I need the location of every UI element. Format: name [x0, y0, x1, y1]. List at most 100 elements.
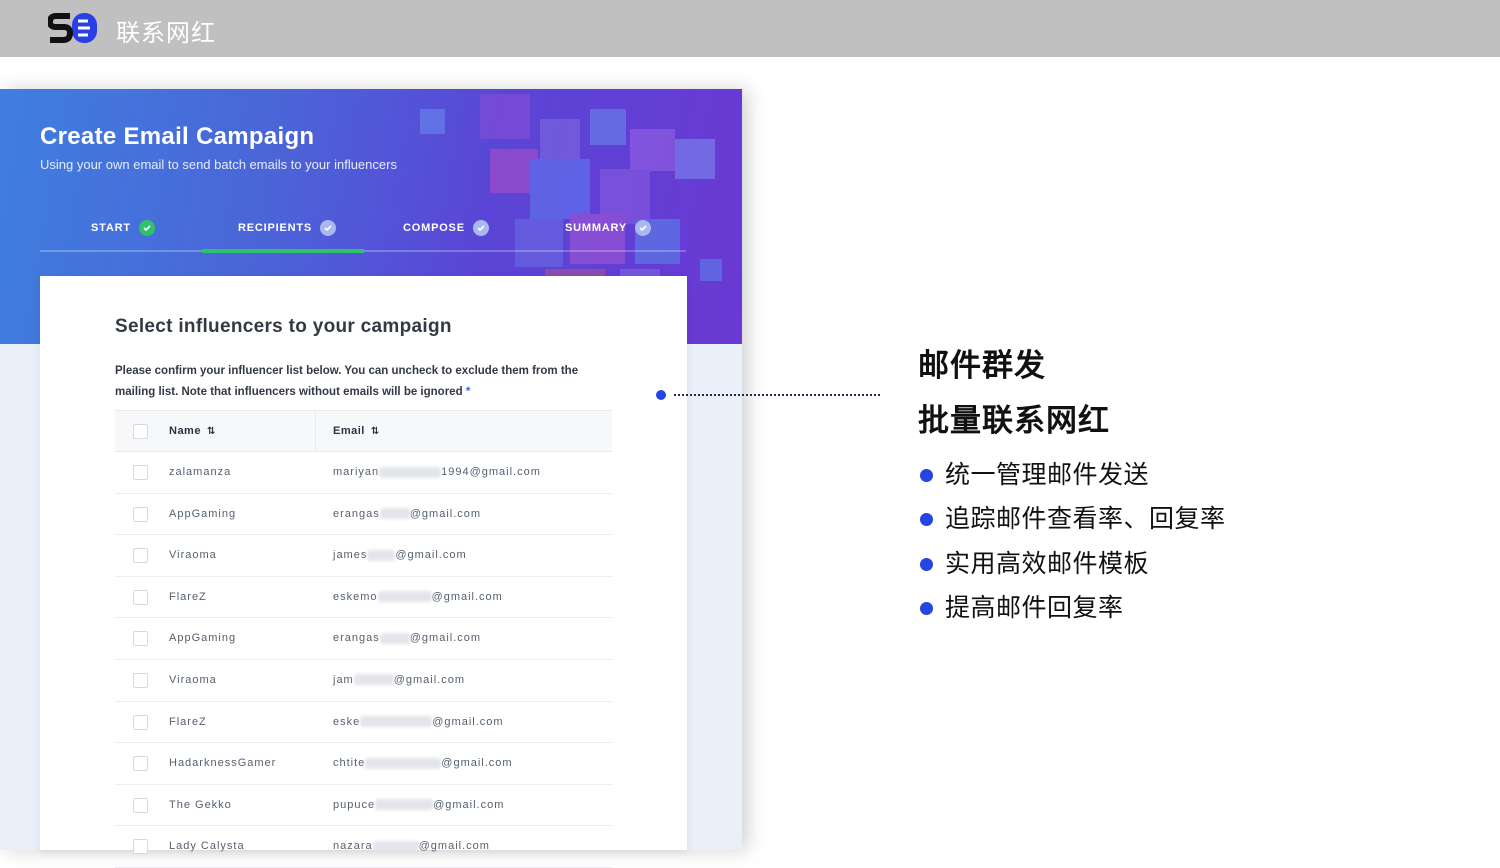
influencer-name: Viraoma — [169, 673, 217, 686]
redacted-blur — [379, 508, 410, 520]
check-icon — [472, 220, 489, 236]
influencer-email: eske @gmail.com — [333, 716, 504, 728]
influencer-name: Viraoma — [169, 549, 217, 562]
email-suffix: @gmail.com — [433, 798, 505, 811]
check-icon — [138, 220, 155, 236]
influencer-name: AppGaming — [169, 632, 237, 645]
steps-active-indicator — [202, 249, 364, 253]
column-name-header[interactable]: Name ⇅ — [169, 425, 216, 437]
email-suffix: @gmail.com — [432, 715, 504, 728]
sb-logo-icon — [48, 13, 97, 43]
row-checkbox[interactable] — [133, 797, 148, 813]
influencer-table: Name ⇅ Email ⇅ zalamanza mariyan 1994@gmail.… — [115, 410, 612, 868]
row-checkbox[interactable] — [133, 631, 148, 647]
influencer-email: nazara @gmail.com — [333, 840, 490, 852]
bullet-text: 追踪邮件查看率、回复率 — [945, 505, 1226, 533]
step-compose[interactable]: COMPOSE — [403, 220, 489, 236]
campaign-subtitle: Using your own email to send batch email… — [40, 157, 397, 172]
table-row[interactable]: zalamanza mariyan 1994@gmail.com — [115, 452, 612, 494]
influencer-email: jam @gmail.com — [333, 674, 465, 686]
row-checkbox[interactable] — [133, 839, 148, 855]
select-all-checkbox[interactable] — [133, 424, 148, 439]
column-divider — [315, 411, 316, 452]
step-recipients[interactable]: RECIPIENTS — [238, 220, 337, 236]
email-prefix: chtite — [333, 757, 366, 770]
table-row[interactable]: AppGaming erangas @gmail.com — [115, 618, 612, 660]
card-description: Please confirm your influencer list belo… — [115, 361, 615, 403]
table-body: zalamanza mariyan 1994@gmail.com AppGaming e… — [115, 452, 612, 868]
table-row[interactable]: Lady Calysta nazara @gmail.com — [115, 826, 612, 868]
redacted-blur — [367, 549, 396, 561]
feature-headline-2: 批量联系网红 — [918, 403, 1110, 438]
sort-icon[interactable]: ⇅ — [371, 426, 380, 437]
redacted-blur — [379, 466, 442, 478]
sort-icon[interactable]: ⇅ — [207, 426, 216, 437]
row-checkbox[interactable] — [133, 548, 148, 564]
step-label: START — [91, 222, 131, 234]
step-summary[interactable]: SUMMARY — [565, 220, 652, 236]
email-prefix: eskemo — [333, 590, 378, 603]
influencer-email: erangas @gmail.com — [333, 508, 481, 520]
check-icon — [320, 220, 337, 236]
row-checkbox[interactable] — [133, 589, 148, 605]
influencer-email: erangas @gmail.com — [333, 632, 481, 644]
email-suffix: @gmail.com — [431, 590, 503, 603]
row-checkbox[interactable] — [133, 465, 148, 480]
redacted-blur — [353, 674, 394, 686]
email-prefix: erangas — [333, 507, 380, 520]
bullet-dot-icon — [920, 557, 933, 571]
connector-dot — [656, 390, 666, 400]
table-row[interactable]: FlareZ eskemo @gmail.com — [115, 577, 612, 619]
top-bar: 联系网红 — [0, 0, 1500, 57]
step-start[interactable]: START — [91, 220, 155, 236]
email-prefix: mariyan — [333, 466, 380, 478]
redacted-blur — [360, 716, 433, 728]
redacted-blur — [379, 632, 410, 644]
influencer-name: The Gekko — [169, 798, 232, 811]
campaign-title: Create Email Campaign — [40, 123, 315, 150]
feature-bullet: 提高邮件回复率 — [920, 588, 1124, 624]
row-checkbox[interactable] — [133, 714, 148, 730]
bullet-dot-icon — [920, 601, 933, 615]
influencer-email: mariyan 1994@gmail.com — [333, 466, 541, 478]
bullet-text: 提高邮件回复率 — [945, 594, 1124, 622]
row-checkbox[interactable] — [133, 672, 148, 688]
bullet-text: 实用高效邮件模板 — [945, 550, 1150, 578]
email-prefix: jam — [333, 673, 354, 686]
column-label: Email — [333, 425, 365, 437]
check-icon — [635, 220, 652, 236]
required-mark: * — [465, 386, 471, 398]
table-row[interactable]: Viraoma james @gmail.com — [115, 535, 612, 577]
influencer-email: chtite @gmail.com — [333, 757, 513, 769]
step-label: RECIPIENTS — [238, 222, 313, 234]
redacted-blur — [365, 757, 442, 769]
table-row[interactable]: HadarknessGamer chtite @gmail.com — [115, 743, 612, 785]
row-checkbox[interactable] — [133, 506, 148, 522]
email-prefix: james — [333, 549, 368, 562]
email-suffix: 1994@gmail.com — [441, 466, 541, 478]
influencer-email: james @gmail.com — [333, 549, 467, 561]
bullet-dot-icon — [920, 512, 933, 526]
description-text: Please confirm your influencer list belo… — [115, 365, 579, 398]
email-suffix: @gmail.com — [409, 507, 482, 520]
redacted-blur — [377, 591, 432, 603]
step-label: SUMMARY — [565, 222, 628, 234]
connector-line — [674, 394, 880, 396]
table-header: Name ⇅ Email ⇅ — [115, 410, 612, 452]
table-row[interactable]: Viraoma jam @gmail.com — [115, 660, 612, 702]
table-row[interactable]: FlareZ eske @gmail.com — [115, 702, 612, 744]
recipients-card: Select influencers to your campaign Plea… — [40, 276, 687, 868]
column-email-header[interactable]: Email ⇅ — [333, 425, 380, 437]
feature-bullet: 追踪邮件查看率、回复率 — [920, 499, 1226, 535]
influencer-name: HadarknessGamer — [169, 757, 277, 770]
redacted-blur — [372, 840, 419, 852]
influencer-name: AppGaming — [169, 507, 237, 520]
email-prefix: nazara — [333, 840, 373, 853]
email-suffix: @gmail.com — [441, 757, 513, 770]
table-row[interactable]: AppGaming erangas @gmail.com — [115, 494, 612, 536]
influencer-name: Lady Calysta — [169, 840, 245, 853]
email-suffix: @gmail.com — [395, 549, 467, 562]
table-row[interactable]: The Gekko pupuce @gmail.com — [115, 785, 612, 827]
influencer-name: FlareZ — [169, 715, 207, 728]
row-checkbox[interactable] — [133, 756, 148, 772]
